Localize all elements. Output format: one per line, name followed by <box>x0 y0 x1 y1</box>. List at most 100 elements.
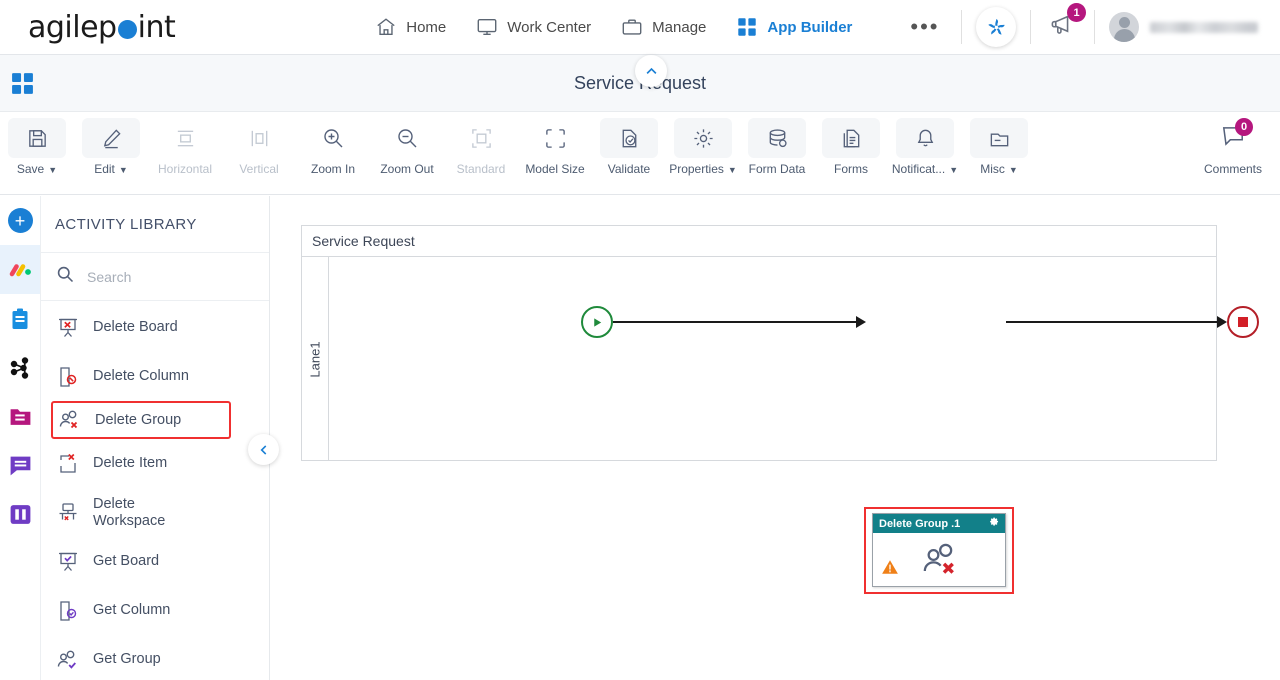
toolbar-comments[interactable]: 0 Comments <box>1196 117 1270 176</box>
start-event[interactable] <box>581 306 613 338</box>
toolbar-properties[interactable]: Properties ▼ <box>666 118 740 176</box>
sequence-flow-2 <box>1006 321 1217 323</box>
lane-label: Lane1 <box>302 257 329 461</box>
activity-label: Delete Board <box>93 319 178 335</box>
vertical-layout-icon <box>230 118 288 158</box>
toolbar-horizontal[interactable]: Horizontal <box>148 118 222 176</box>
toolbar-misc[interactable]: Misc ▼ <box>962 118 1036 176</box>
toolbar-form-data[interactable]: Form Data <box>740 118 814 176</box>
home-icon <box>375 16 397 38</box>
activity-item-delete-column[interactable]: Delete Column <box>41 352 269 401</box>
toolbar-forms-label: Forms <box>834 162 868 176</box>
delete-column-icon <box>55 364 81 390</box>
user-avatar-icon <box>1109 12 1139 42</box>
toolbar-zoom-out[interactable]: Zoom Out <box>370 118 444 176</box>
activity-label: Delete Column <box>93 368 189 384</box>
zoom-out-icon <box>378 118 436 158</box>
nav-item-manage[interactable]: Manage <box>621 16 706 38</box>
toolbar-form-data-label: Form Data <box>748 162 806 176</box>
chevron-down-icon: ▼ <box>949 165 959 175</box>
pinwheel-icon[interactable] <box>976 7 1016 47</box>
rail-item-chat[interactable] <box>0 441 40 490</box>
monday-logo-icon <box>9 263 31 276</box>
toolbar-edit[interactable]: Edit ▼ <box>74 118 148 176</box>
activity-list: Delete Board Delete Column Delete Group … <box>41 301 269 680</box>
rail-item-network[interactable] <box>0 343 40 392</box>
chevron-down-icon: ▼ <box>48 165 58 175</box>
briefcase-icon <box>621 16 643 38</box>
rail-item-clipboard[interactable] <box>0 294 40 343</box>
toolbar-horizontal-label: Horizontal <box>157 162 213 176</box>
search-input[interactable] <box>87 268 247 285</box>
divider <box>961 10 962 44</box>
toolbar-zoom-in[interactable]: Zoom In <box>296 118 370 176</box>
toolbar-zoom-out-label: Zoom Out <box>380 162 434 176</box>
chevron-up-icon <box>646 67 656 74</box>
activity-item-delete-item[interactable]: Delete Item <box>41 439 269 488</box>
validate-icon <box>600 118 658 158</box>
toolbar-forms[interactable]: Forms <box>814 118 888 176</box>
toolbar-validate-label: Validate <box>607 162 651 176</box>
nav-item-app-builder[interactable]: App Builder <box>736 16 852 38</box>
nav-label-manage: Manage <box>652 18 707 36</box>
folder-card-icon <box>970 118 1028 158</box>
toolbar-standard-label: Standard <box>456 162 506 176</box>
toolbar-standard[interactable]: Standard <box>444 118 518 176</box>
activity-item-get-column[interactable]: Get Column <box>41 586 269 635</box>
delete-board-icon <box>55 315 81 341</box>
chevron-down-icon: ▼ <box>727 165 737 175</box>
comments-count-badge: 0 <box>1235 117 1253 136</box>
divider <box>1094 10 1095 44</box>
rail-item-monday[interactable] <box>0 245 40 294</box>
editor-toolbar: Save ▼ Edit ▼ Horizontal Vertical Zoom In <box>0 112 1280 195</box>
get-board-icon <box>55 549 81 575</box>
toolbar-comments-label: Comments <box>1203 162 1262 176</box>
chevron-down-icon: ▼ <box>118 165 128 175</box>
collapse-library-button[interactable] <box>248 434 279 465</box>
nav-item-home[interactable]: Home <box>375 16 446 38</box>
lane-label-text: Lane1 <box>307 340 323 378</box>
document-icon <box>822 118 880 158</box>
pool-title: Service Request <box>302 226 1216 257</box>
activity-item-get-group[interactable]: Get Group <box>41 635 269 680</box>
toolbar-notifications-label: Notificat... ▼ <box>891 162 959 176</box>
collapse-toolbar-button[interactable] <box>635 55 667 87</box>
horizontal-layout-icon <box>156 118 214 158</box>
monitor-icon <box>476 16 498 38</box>
end-event[interactable] <box>1227 306 1259 338</box>
main-nav-items: Home Work Center Manage App Builder ••• <box>375 14 939 40</box>
agilepoint-logo[interactable]: agilep int <box>28 10 176 45</box>
activity-item-delete-group[interactable]: Delete Group <box>51 401 231 439</box>
model-size-icon <box>526 118 584 158</box>
chevron-left-icon <box>260 444 266 455</box>
app-root: agilep int Home Work Center Manage App B… <box>0 0 1280 680</box>
activity-delete-group[interactable]: Delete Group .1 <box>872 513 1006 587</box>
save-icon <box>8 118 66 158</box>
user-menu[interactable] <box>1109 12 1258 42</box>
rail-item-columns[interactable] <box>0 490 40 539</box>
rail-add-button[interactable]: + <box>0 196 40 245</box>
network-nodes-icon <box>10 356 29 379</box>
nav-label-work-center: Work Center <box>507 18 592 36</box>
top-nav-right-group: 1 <box>947 0 1280 54</box>
activity-item-delete-workspace[interactable]: Delete Workspace <box>41 488 269 537</box>
announcements-button[interactable]: 1 <box>1045 3 1086 47</box>
toolbar-validate[interactable]: Validate <box>592 118 666 176</box>
toolbar-notifications[interactable]: Notificat... ▼ <box>888 118 962 176</box>
activity-label: Delete Workspace <box>93 495 166 529</box>
nav-item-work-center[interactable]: Work Center <box>476 16 591 38</box>
activity-title: Delete Group .1 <box>879 517 961 530</box>
activity-item-delete-board[interactable]: Delete Board <box>41 303 269 352</box>
activity-library-title: ACTIVITY LIBRARY <box>41 196 269 253</box>
search-icon <box>55 264 75 289</box>
gear-icon[interactable] <box>987 515 1000 533</box>
toolbar-model-size[interactable]: Model Size <box>518 118 592 176</box>
activity-item-get-board[interactable]: Get Board <box>41 537 269 586</box>
nav-overflow-button[interactable]: ••• <box>910 14 939 40</box>
chat-bubble-icon <box>10 456 30 476</box>
process-canvas[interactable]: Service Request Lane1 Delete Group .1 <box>270 196 1280 680</box>
rail-item-folder[interactable] <box>0 392 40 441</box>
toolbar-vertical[interactable]: Vertical <box>222 118 296 176</box>
toolbar-zoom-in-label: Zoom In <box>310 162 355 176</box>
toolbar-save[interactable]: Save ▼ <box>0 118 74 176</box>
